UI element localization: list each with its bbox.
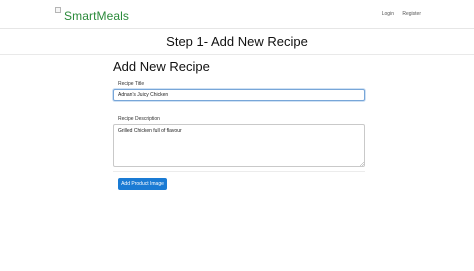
register-link[interactable]: Register [402, 11, 421, 17]
navbar: SmartMeals Login Register [0, 0, 474, 29]
recipe-title-input[interactable] [113, 89, 365, 101]
form-divider [113, 171, 365, 172]
form-heading: Add New Recipe [113, 59, 210, 74]
page-title: Step 1- Add New Recipe [166, 34, 308, 49]
nav-links: Login Register [375, 11, 421, 17]
recipe-description-textarea[interactable]: Grilled Chicken full of flavour [113, 124, 365, 167]
recipe-description-label: Recipe Description [118, 116, 160, 122]
recipe-title-label: Recipe Title [118, 81, 145, 87]
page-divider [0, 54, 474, 55]
resize-handle-icon[interactable] [360, 162, 364, 166]
login-link[interactable]: Login [382, 11, 394, 17]
brand-name: SmartMeals [64, 9, 130, 23]
broken-image-icon [55, 7, 61, 13]
add-product-image-button[interactable]: Add Product Image [118, 178, 167, 190]
